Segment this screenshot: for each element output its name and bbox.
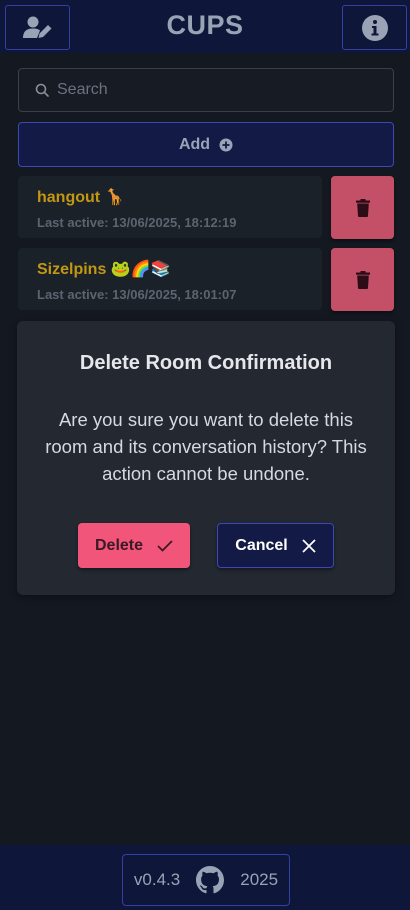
room-last-active: Last active: 13/06/2025, 18:12:19 [37, 215, 237, 230]
search-input[interactable] [57, 81, 357, 99]
trash-icon [355, 198, 370, 217]
room-item[interactable]: Sizelpins 🐸🌈📚 Last active: 13/06/2025, 1… [18, 248, 322, 310]
github-icon[interactable] [196, 866, 225, 894]
plus-circle-icon [219, 138, 233, 151]
room-name: hangout 🦒 [37, 189, 125, 206]
delete-confirmation-modal: Delete Room Confirmation Are you sure yo… [17, 321, 395, 595]
footer-info: v0.4.3 2025 [122, 854, 290, 906]
modal-message: Are you sure you want to delete this roo… [45, 409, 367, 484]
year-label: 2025 [240, 870, 279, 889]
header: CUPS [0, 0, 410, 53]
footer: v0.4.3 2025 [0, 845, 410, 910]
version-label: v0.4.3 [133, 870, 181, 889]
app: CUPS Add hangout 🦒 Last active: 13/06/20… [0, 0, 410, 910]
search-box [18, 68, 394, 112]
room-last-active: Last active: 13/06/2025, 18:01:07 [37, 287, 237, 302]
close-icon [302, 538, 316, 553]
add-room-button[interactable]: Add [18, 122, 394, 167]
add-button-label: Add [178, 135, 211, 153]
delete-label: Delete [94, 536, 144, 554]
delete-room-button[interactable] [331, 248, 394, 311]
delete-room-button[interactable] [331, 176, 394, 239]
trash-icon [355, 270, 370, 289]
confirm-delete-button[interactable]: Delete [78, 523, 190, 568]
room-item[interactable]: hangout 🦒 Last active: 13/06/2025, 18:12… [18, 176, 322, 238]
check-icon [157, 539, 173, 552]
cancel-button[interactable]: Cancel [217, 523, 334, 568]
info-button[interactable] [342, 5, 407, 50]
modal-title: Delete Room Confirmation [79, 352, 333, 374]
cancel-label: Cancel [235, 536, 288, 554]
room-name: Sizelpins 🐸🌈📚 [37, 261, 171, 278]
info-icon [361, 14, 388, 41]
search-icon [35, 83, 49, 97]
